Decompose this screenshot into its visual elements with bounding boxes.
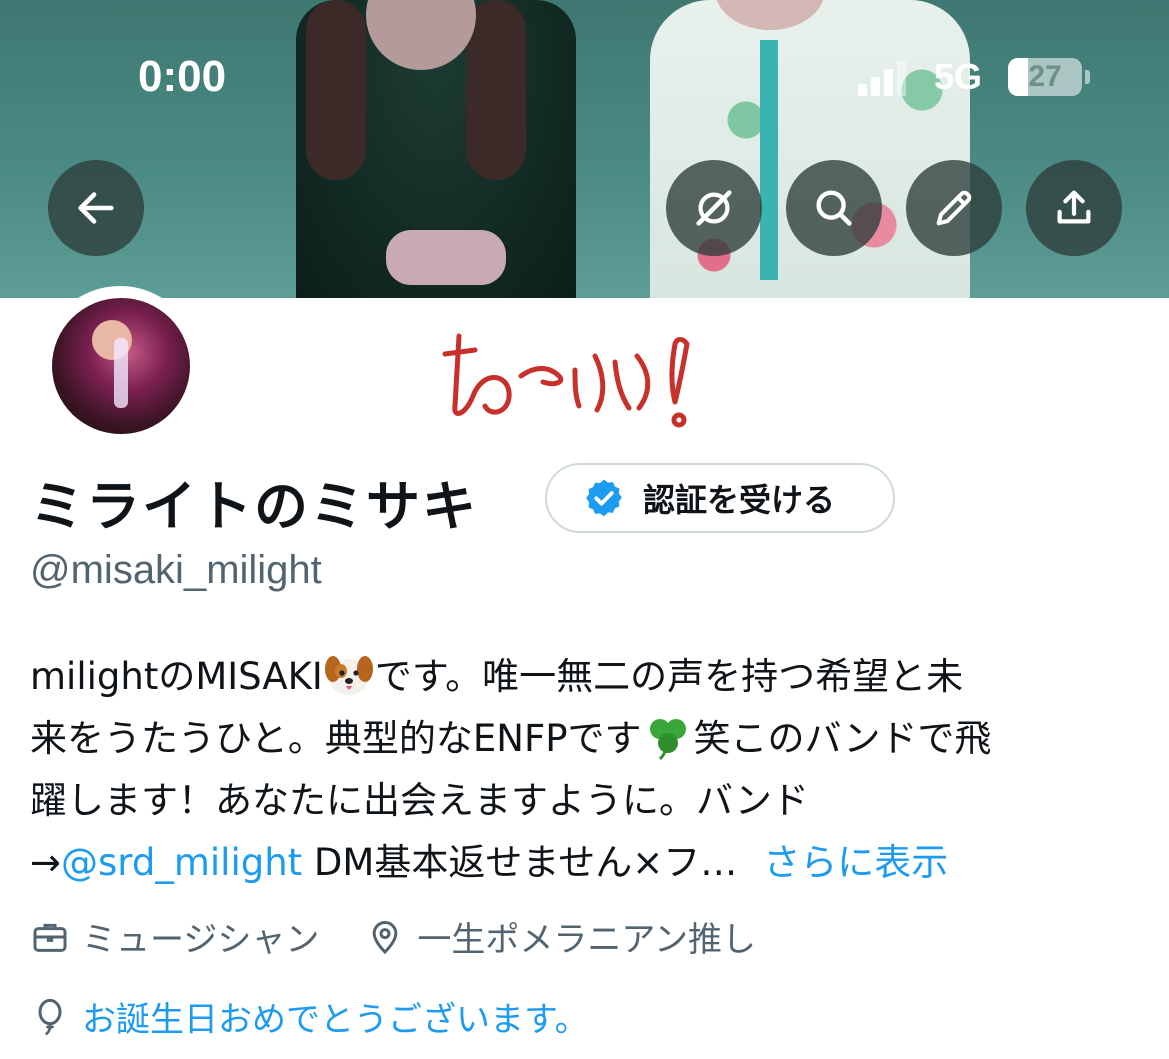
get-verified-label: 認証を受ける [643, 481, 836, 519]
profile-bio: milightのMISAKI です。唯一無二の声を持つ希望と未 来をうたうひと。… [30, 646, 1150, 894]
shamrock-emoji-icon [649, 719, 686, 761]
network-type: 5G [934, 56, 983, 97]
share-icon [1057, 190, 1091, 224]
bio-text: 笑このバンドで飛 [693, 717, 992, 760]
share-button[interactable] [1026, 160, 1122, 256]
battery-icon: 27 [1008, 58, 1082, 96]
edit-button[interactable] [906, 160, 1002, 256]
battery-percent: 27 [1028, 60, 1062, 93]
birthday-row: お誕生日おめでとうございます。 [30, 992, 589, 1041]
birthday-message[interactable]: お誕生日おめでとうございます。 [82, 992, 589, 1041]
hand-drawn-sticker [442, 333, 690, 428]
bio-text: DM基本返せません×フ… [302, 841, 738, 884]
status-time: 0:00 [138, 52, 227, 101]
profile-display-name: ミライトのミサキ [30, 475, 478, 538]
location-text: 一生ポメラニアン推し [417, 920, 756, 960]
profile-meta-row: ミュージシャン 一生ポメラニアン推し [30, 912, 756, 961]
bio-text: 来をうたうひと。典型的なENFPです [30, 717, 642, 760]
search-icon [816, 190, 852, 226]
search-button[interactable] [786, 160, 882, 256]
bio-arrow: → [30, 841, 62, 884]
verified-badge-icon [586, 479, 622, 517]
dog-emoji-icon [324, 656, 373, 695]
signal-strength-icon [858, 60, 908, 96]
avatar[interactable] [52, 298, 190, 434]
location-pin-icon [372, 920, 398, 954]
bio-text: milightのMISAKI [30, 655, 323, 698]
balloon-icon [38, 998, 62, 1035]
bio-text: です。唯一無二の声を持つ希望と未 [374, 655, 964, 698]
grok-button[interactable] [666, 160, 762, 256]
show-more-link[interactable]: さらに表示 [763, 841, 948, 884]
bio-mention-link[interactable]: @srd_milight [61, 841, 302, 884]
bio-line-2: 来をうたうひと。典型的なENFPです 笑このバンドで飛 [30, 708, 1150, 770]
back-button[interactable] [48, 160, 144, 256]
arrow-left-icon [78, 192, 114, 224]
briefcase-icon [33, 923, 67, 952]
profile-banner[interactable] [0, 0, 1169, 298]
profile-handle: @misaki_milight [30, 548, 322, 592]
bio-line-1: milightのMISAKI です。唯一無二の声を持つ希望と未 [30, 646, 1150, 708]
get-verified-button[interactable]: 認証を受ける [545, 463, 895, 533]
profession-text: ミュージシャン [82, 920, 320, 960]
battery-tip [1085, 70, 1090, 84]
grok-icon [696, 190, 732, 226]
bio-line-4: →@srd_milight DM基本返せません×フ… さらに表示 [30, 832, 1150, 894]
banner-person-left [296, 0, 576, 298]
pencil-icon [936, 190, 972, 226]
bio-line-3: 躍します！あなたに出会えますように。バンド [30, 779, 809, 822]
